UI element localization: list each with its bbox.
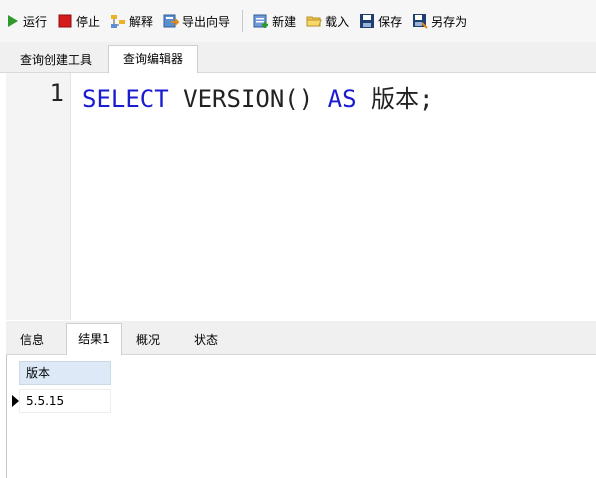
export-wizard-label: 导出向导	[182, 14, 231, 29]
tab-query-builder[interactable]: 查询创建工具	[6, 48, 106, 72]
result-grid: 版本 5.5.15	[6, 355, 596, 478]
column-header[interactable]: 版本	[19, 361, 111, 385]
cell-value: 5.5.15	[26, 394, 65, 408]
new-query-icon	[253, 13, 269, 29]
current-row-indicator-icon	[12, 395, 19, 407]
sql-alias: 版本;	[371, 85, 434, 113]
stop-label: 停止	[76, 14, 101, 29]
new-button[interactable]: 新建	[249, 9, 300, 33]
folder-icon	[306, 13, 322, 29]
sql-code-line[interactable]: SELECT VERSION() AS 版本;	[82, 79, 433, 114]
play-icon	[4, 13, 20, 29]
line-number-gutter: 1	[6, 73, 71, 320]
tab-query-editor[interactable]: 查询编辑器	[108, 45, 198, 74]
line-number: 1	[49, 79, 64, 107]
tab-result-1[interactable]: 结果1	[66, 323, 122, 356]
sql-function: VERSION()	[183, 85, 314, 113]
toolbar-separator	[242, 10, 244, 32]
result-tab-bar: 信息 结果1 概况 状态	[6, 321, 596, 356]
export-wizard-button[interactable]: 导出向导	[159, 9, 234, 33]
tab-overview[interactable]: 概况	[126, 326, 170, 354]
save-label: 保存	[378, 14, 403, 29]
save-button[interactable]: 保存	[355, 9, 406, 33]
sql-editor[interactable]: 1 SELECT VERSION() AS 版本;	[6, 73, 596, 320]
save-icon	[359, 13, 375, 29]
table-cell[interactable]: 5.5.15	[19, 389, 111, 413]
export-icon	[163, 13, 180, 29]
sql-keyword-select: SELECT	[82, 85, 169, 113]
tab-status[interactable]: 状态	[184, 326, 228, 354]
stop-button[interactable]: 停止	[53, 9, 104, 33]
load-button[interactable]: 载入	[302, 9, 353, 33]
column-header-label: 版本	[26, 366, 51, 380]
explain-button[interactable]: 解释	[106, 9, 157, 33]
run-button[interactable]: 运行	[0, 9, 51, 33]
load-label: 载入	[325, 14, 350, 29]
stop-icon	[57, 13, 73, 29]
explain-label: 解释	[129, 14, 154, 29]
save-as-label: 另存为	[431, 14, 468, 29]
explain-icon	[110, 13, 126, 29]
run-label: 运行	[23, 14, 48, 29]
new-label: 新建	[272, 14, 297, 29]
toolbar: 运行 停止 解释 导出向导 新建 载入 保存 另存为	[0, 0, 596, 42]
sql-keyword-as: AS	[327, 85, 357, 113]
save-as-icon	[412, 13, 428, 29]
tab-info[interactable]: 信息	[10, 326, 54, 354]
save-as-button[interactable]: 另存为	[408, 9, 471, 33]
editor-tab-bar: 查询创建工具 查询编辑器	[0, 42, 596, 74]
